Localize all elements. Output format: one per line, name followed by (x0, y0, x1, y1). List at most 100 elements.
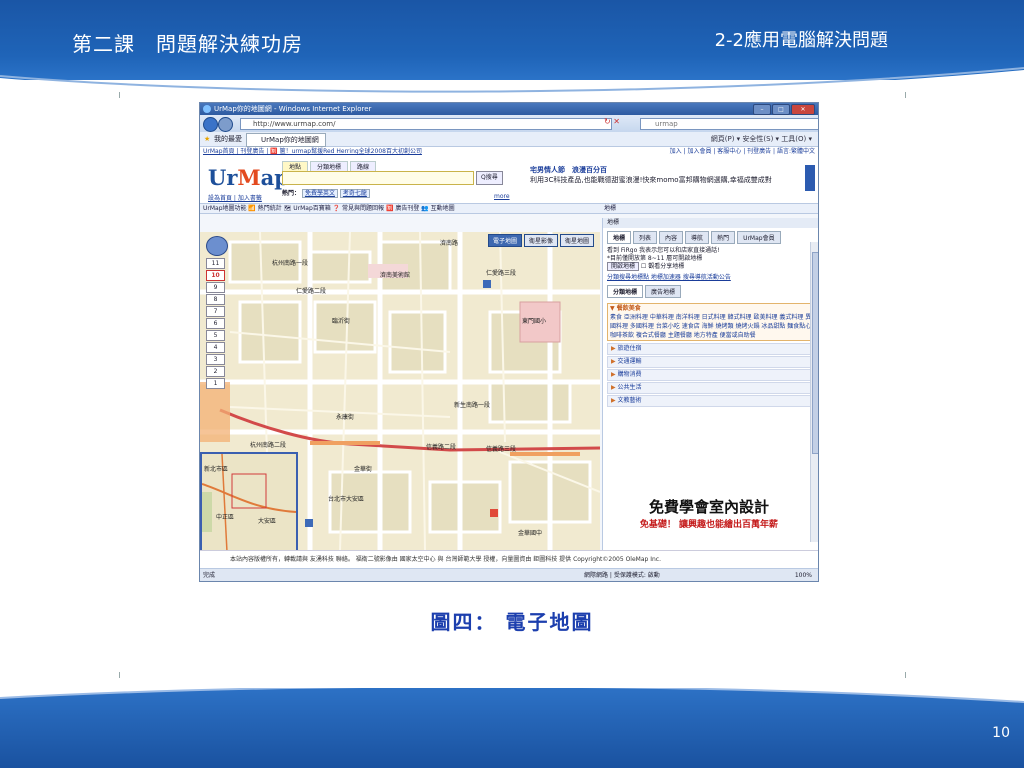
map-label: 杭州南路二段 (250, 442, 287, 449)
hot-link[interactable]: 考奇七龍 (339, 189, 370, 198)
food-category-head[interactable]: ▼ 餐飲美食 (610, 304, 812, 313)
share-checkbox-label[interactable]: 觀看分享地標 (648, 263, 684, 270)
panel-tab[interactable]: 地標 (607, 231, 632, 244)
zoom-level[interactable]: 10 (206, 270, 225, 281)
map-label: 新生南路一段 (454, 402, 491, 409)
panel-tab[interactable]: 熱門 (711, 231, 736, 244)
food-category: ▼ 餐飲美食 素食 亞洲料理 中華料理 南洋料理 日式料理 韓式料理 歐美料理 … (607, 303, 815, 341)
map-label: 金華街 (354, 466, 373, 473)
favorites-star-icon[interactable]: ★ (204, 132, 210, 146)
forward-icon[interactable] (218, 117, 233, 132)
status-text: 完成 (203, 572, 216, 579)
panel-info: 看到 FiRgo 我表示您可以和店家直接通話! *目前僅開放第 8~11 層可開… (603, 247, 818, 282)
overview-minimap[interactable]: 新北市區 中正區 大安區 (200, 452, 298, 550)
category-item[interactable]: 公共生活 (607, 382, 815, 394)
zoom-level[interactable]: 8 (206, 294, 225, 305)
map-label: 仁愛路三段 (486, 270, 517, 277)
open-landmark-button[interactable]: 開啟地標 (607, 262, 640, 271)
site-links-right[interactable]: 加入 | 加入會員 | 客服中心 | 刊登廣告 | 語言:繁體中文 (670, 147, 815, 157)
zoom-level[interactable]: 6 (206, 318, 225, 329)
back-icon[interactable] (203, 117, 218, 132)
category-item[interactable]: 旅遊住宿 (607, 343, 815, 355)
map-view-tabs: 電子地圖 衛星影像 衛星地圖 (488, 234, 595, 247)
site-header: UrMap 設為首頁 | 加入書籤 地點 分類地標 路線 Q搜尋 熱門： 免費學… (200, 157, 818, 203)
ie-logo-icon (203, 105, 211, 113)
panel-title: 地標 (603, 218, 818, 228)
panel-tabs: 地標 列表 內容 導航 熱門 UrMap會員 (603, 228, 818, 247)
map-toolbar: UrMap地圖功能 📶 熱門統計 🗺 UrMap百寶箱 ❓ 常見與問題回報 🈹 … (200, 203, 818, 214)
map-tab[interactable]: 衛星地圖 (560, 234, 595, 247)
copyright-bar: 本站內容版權所有，轉載請與 友湧科技 聯絡。 福衛二號影像由 國家太空中心 與 … (200, 550, 818, 568)
map-label: 濟南美術館 (380, 272, 411, 279)
close-icon[interactable]: ✕ (791, 104, 815, 115)
logo-links[interactable]: 設為首頁 | 加入書籤 (208, 193, 262, 202)
map-view[interactable]: 電子地圖 衛星影像 衛星地圖 11 10 9 8 7 6 5 4 3 2 1 杭… (200, 232, 600, 550)
security-zone: 網際網路 | 受保護模式: 啟動 (584, 572, 660, 579)
panel-tab[interactable]: UrMap會員 (737, 231, 781, 244)
map-label: 信義路二段 (426, 444, 457, 451)
corner-tick (905, 672, 906, 678)
map-label: 臨沂街 (332, 318, 351, 325)
refresh-stop-icon[interactable]: ↻ ✕ (604, 117, 620, 126)
favorites-label[interactable]: 我的最愛 (214, 132, 242, 146)
zoom-level[interactable]: 5 (206, 330, 225, 341)
zoom-level[interactable]: 9 (206, 282, 225, 293)
map-label: 仁愛路二段 (296, 288, 327, 295)
search-input[interactable]: urmap (640, 118, 818, 130)
maximize-icon[interactable]: □ (772, 104, 790, 115)
command-bar[interactable]: 網頁(P) ▾ 安全性(S) ▾ 工具(O) ▾ (711, 132, 812, 146)
pan-control-icon[interactable] (206, 236, 228, 256)
category-item[interactable]: 交通運輸 (607, 356, 815, 368)
hot-link[interactable]: 免費學英文 (301, 189, 338, 198)
site-links-left[interactable]: UrMap首頁 | 刊登廣告 | 🈹 篋！urmap幫援Red Herring全… (203, 148, 422, 155)
zoom-level[interactable]: 11 (206, 258, 225, 269)
place-search-input[interactable] (282, 171, 474, 185)
browser-tab[interactable]: UrMap你的地圖網 (246, 133, 326, 147)
panel-tab-label: 地標 (604, 205, 617, 212)
address-input[interactable]: http://www.urmap.com/ (240, 118, 612, 130)
zoom-level[interactable]: 7 (206, 306, 225, 317)
status-bar: 完成 網際網路 | 受保護模式: 啟動 100% (200, 568, 818, 581)
food-category-items[interactable]: 素食 亞洲料理 中華料理 南洋料理 日式料理 韓式料理 歐美料理 義式料理 異國… (610, 313, 812, 340)
category-item[interactable]: 文教藝術 (607, 395, 815, 407)
side-ad-banner[interactable] (805, 165, 815, 191)
map-tools[interactable]: UrMap地圖功能 📶 熱門統計 🗺 UrMap百寶箱 ❓ 常見與問題回報 🈹 … (203, 205, 455, 212)
transit-icon (305, 519, 313, 527)
banner-ad[interactable]: 免費學會室內設計 免基礎！ 讓興趣也能繪出百萬年薪 (611, 496, 807, 530)
figure-caption: 圖四： 電子地圖 (430, 610, 594, 634)
minimap-label: 中正區 (216, 514, 235, 521)
window-titlebar: UrMap你的地圖網 - Windows Internet Explorer –… (200, 103, 818, 115)
map-label: 東門國小 (522, 318, 547, 325)
corner-tick (905, 92, 906, 98)
section-title: 2-2應用電腦解決問題 (714, 30, 888, 51)
more-link[interactable]: more (494, 193, 510, 200)
zoom-level[interactable]: 1 (206, 378, 225, 389)
lesson-title: 第二課 問題解決練功房 (72, 32, 303, 56)
search-button[interactable]: Q搜尋 (476, 171, 503, 185)
category-item[interactable]: 購物消費 (607, 369, 815, 381)
panel-tab[interactable]: 列表 (633, 231, 658, 244)
map-tab[interactable]: 電子地圖 (488, 234, 523, 247)
urmap-logo[interactable]: UrMap (208, 165, 289, 190)
zoom-level[interactable]: 4 (206, 342, 225, 353)
map-label: 永康街 (336, 414, 355, 421)
panel-links[interactable]: 分類搜尋地標點 地標加速器 搜尋導航活動公告 (607, 274, 815, 282)
minimize-icon[interactable]: – (753, 104, 771, 115)
zoom-level-readout[interactable]: 100% (795, 569, 812, 581)
window-title: UrMap你的地圖網 - Windows Internet Explorer (214, 105, 372, 113)
landmark-panel: 地標 地標 列表 內容 導航 熱門 UrMap會員 看到 FiRgo 我表示您可… (602, 218, 818, 550)
category-tabs: 分類地標 廣告地標 (603, 282, 818, 301)
transit-icon (483, 280, 491, 288)
hot-keywords: 熱門： 免費學英文 考奇七龍 (282, 188, 370, 198)
text-ad[interactable]: 宅男情人節 浪漫百分百 利用3C科技產品,也能戰德甜蜜浪漫!快來momo富邦購物… (530, 165, 772, 185)
category-tab[interactable]: 分類地標 (607, 285, 644, 298)
map-label: 台北市大安區 (328, 496, 365, 503)
zoom-level[interactable]: 3 (206, 354, 225, 365)
panel-scrollbar[interactable] (810, 242, 818, 542)
minimap-label: 大安區 (258, 518, 277, 525)
map-tab[interactable]: 衛星影像 (524, 234, 559, 247)
panel-tab[interactable]: 導航 (685, 231, 710, 244)
panel-tab[interactable]: 內容 (659, 231, 684, 244)
zoom-level[interactable]: 2 (206, 366, 225, 377)
category-tab[interactable]: 廣告地標 (645, 285, 682, 298)
